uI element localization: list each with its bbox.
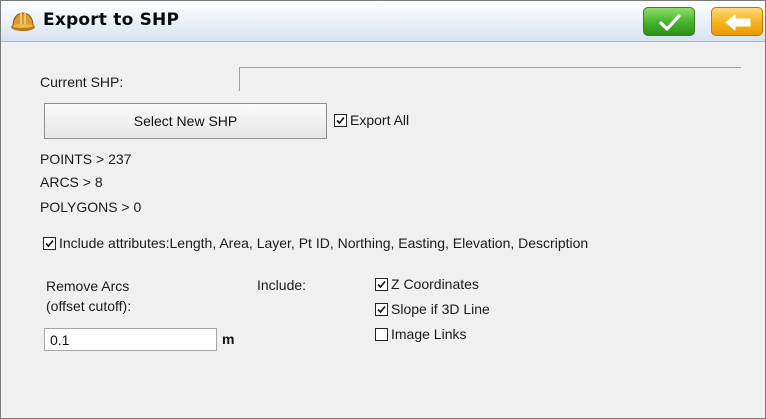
current-shp-field [239,67,741,91]
polygons-count: POLYGONS > 0 [40,199,142,215]
image-links-checkbox[interactable]: Image Links [375,326,466,342]
back-arrow-icon [725,14,751,31]
include-attributes-label: Include attributes:Length, Area, Layer, … [59,235,589,251]
points-count: POINTS > 237 [40,151,132,167]
back-button[interactable] [711,7,763,36]
include-attributes-box[interactable] [43,236,56,250]
include-label: Include: [257,277,307,293]
export-all-label: Export All [350,112,410,128]
export-shp-dialog: Export to SHP Current SHP: Select New SH… [0,0,766,419]
ok-button[interactable] [643,7,695,36]
checkmark-icon [336,116,345,124]
export-all-box[interactable] [334,113,347,127]
checkmark-icon [659,14,681,31]
offset-cutoff-input[interactable]: 0.1 [44,328,217,351]
arcs-count: ARCS > 8 [40,174,103,190]
z-coordinates-label: Z Coordinates [391,276,479,292]
slope-3d-line-box[interactable] [375,302,388,316]
export-all-checkbox[interactable]: Export All [334,112,409,128]
include-attributes-checkbox[interactable]: Include attributes:Length, Area, Layer, … [43,235,588,251]
current-shp-label: Current SHP: [40,74,124,90]
slope-3d-line-checkbox[interactable]: Slope if 3D Line [375,301,490,317]
checkmark-icon [377,280,386,288]
select-new-shp-button[interactable]: Select New SHP [44,103,327,139]
image-links-label: Image Links [391,326,467,342]
hard-hat-icon [10,8,36,34]
checkmark-icon [45,239,54,247]
title-bar: Export to SHP [1,1,765,42]
offset-cutoff-label: (offset cutoff): [46,298,132,314]
z-coordinates-checkbox[interactable]: Z Coordinates [375,276,479,292]
checkmark-icon [377,305,386,313]
slope-3d-line-label: Slope if 3D Line [391,301,490,317]
dialog-title: Export to SHP [43,10,180,30]
offset-unit-label: m [222,331,235,347]
image-links-box[interactable] [375,327,388,341]
z-coordinates-box[interactable] [375,277,388,291]
remove-arcs-label: Remove Arcs [46,278,130,294]
